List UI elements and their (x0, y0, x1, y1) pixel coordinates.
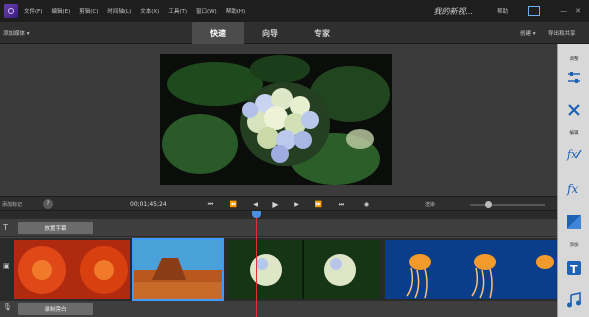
step-back-icon[interactable]: ◀ (251, 200, 260, 209)
export-share-button[interactable]: 导出和共享 (548, 29, 576, 37)
menu-bar: 文件(F) 编辑(E) 剪辑(C) 时间轴(L) 文本(X) 工具(T) 窗口(… (0, 0, 589, 22)
main-menu: 文件(F) 编辑(E) 剪辑(C) 时间轴(L) 文本(X) 工具(T) 窗口(… (24, 7, 245, 15)
create-button[interactable]: 创建 ▾ (520, 29, 536, 37)
play-icon[interactable]: ▶ (271, 200, 280, 209)
section-edit: 编辑 (569, 131, 579, 136)
right-panel: 调整 编辑 fx fx 添加 T (557, 44, 589, 317)
next-frame-icon[interactable]: ⏩ (314, 200, 323, 209)
svg-text:fx: fx (566, 148, 578, 161)
transitions-icon[interactable] (564, 212, 584, 232)
title-text-icon[interactable]: T (564, 258, 584, 278)
fx-icon[interactable]: fx (564, 178, 584, 198)
add-marker-button[interactable]: 添加标记 (2, 201, 22, 208)
clip-desert[interactable] (132, 238, 224, 301)
timecode: 00;01;45;24 (130, 201, 167, 208)
clip-hydrangea[interactable] (228, 240, 380, 299)
minimize-icon[interactable]: — (560, 7, 567, 15)
playback-bar: 添加标记 ? 00;01;45;24 ⏮ ⏪ ◀ ▶ ▶ ⏩ ⏭ ◉ 渲染 (0, 196, 557, 211)
playhead[interactable] (256, 211, 257, 317)
render-button[interactable]: 渲染 (425, 201, 435, 208)
menu-help[interactable]: 帮助(H) (226, 7, 245, 15)
svg-text:T: T (570, 263, 578, 276)
clip-flower[interactable] (14, 240, 130, 299)
help-link[interactable]: 帮助 (497, 7, 508, 15)
timeline: T 放置字幕 ▣ 🎙 录制旁白 (0, 211, 557, 317)
section-add: 添加 (569, 243, 579, 248)
go-to-end-icon[interactable]: ⏭ (337, 200, 346, 209)
fullscreen-icon[interactable] (528, 6, 541, 16)
section-adjust: 调整 (569, 57, 579, 62)
clip-flower-frames (14, 240, 130, 299)
clip-jellyfish-frames (385, 240, 557, 299)
svg-text:fx: fx (566, 182, 578, 196)
monitor-panel (0, 44, 557, 196)
project-name[interactable]: 我的新视... (433, 6, 473, 17)
close-icon[interactable]: ✕ (575, 7, 581, 15)
drop-title-label[interactable]: 放置字幕 (18, 222, 93, 234)
mode-tabs: 快速 向导 专家 (192, 22, 348, 44)
menu-tools[interactable]: 工具(T) (168, 7, 187, 15)
menu-timeline[interactable]: 时间轴(L) (107, 7, 131, 15)
effects-icon[interactable]: fx (564, 144, 584, 164)
menu-window[interactable]: 窗口(W) (196, 7, 217, 15)
adjust-sliders-icon[interactable] (564, 68, 584, 88)
go-to-start-icon[interactable]: ⏮ (206, 200, 215, 209)
record-narration-label[interactable]: 录制旁白 (18, 303, 93, 315)
tools-icon[interactable] (564, 100, 584, 120)
timeline-ruler[interactable] (0, 211, 557, 219)
tab-expert[interactable]: 专家 (296, 22, 348, 44)
clip-hydrangea-frames (228, 240, 380, 299)
app-window: 文件(F) 编辑(E) 剪辑(C) 时间轴(L) 文本(X) 工具(T) 窗口(… (0, 0, 589, 317)
music-icon[interactable] (564, 290, 584, 310)
help-icon[interactable]: ? (43, 199, 53, 209)
narration-track: 🎙 录制旁白 (0, 301, 557, 317)
zoom-slider-handle[interactable] (485, 201, 492, 208)
playhead-handle[interactable] (252, 211, 261, 218)
menu-text[interactable]: 文本(X) (140, 7, 159, 15)
menu-file[interactable]: 文件(F) (24, 7, 42, 15)
title-track-icon: T (3, 223, 8, 232)
mode-bar: 添加媒体 ▾ 快速 向导 专家 创建 ▾ 导出和共享 (0, 22, 589, 44)
title-track: T 放置字幕 (0, 219, 557, 237)
menu-clip[interactable]: 剪辑(C) (79, 7, 98, 15)
snapshot-icon[interactable]: ◉ (362, 200, 371, 209)
app-logo (4, 4, 18, 18)
step-forward-icon[interactable]: ▶ (292, 200, 301, 209)
zoom-slider[interactable] (470, 204, 545, 206)
clip-jellyfish[interactable] (385, 240, 557, 299)
clip-desert-frames (134, 240, 222, 299)
menu-edit[interactable]: 编辑(E) (51, 7, 70, 15)
video-preview[interactable] (160, 54, 392, 185)
previous-frame-icon[interactable]: ⏪ (229, 200, 238, 209)
tab-quick[interactable]: 快速 (192, 22, 244, 44)
add-media-button[interactable]: 添加媒体 ▾ (3, 29, 30, 37)
title-right-area: 我的新视... 帮助 — ✕ (433, 0, 589, 22)
video-track-icon: ▣ (3, 262, 10, 270)
tab-guided[interactable]: 向导 (244, 22, 296, 44)
microphone-icon: 🎙 (3, 303, 12, 311)
hydrangea-image (160, 54, 392, 185)
